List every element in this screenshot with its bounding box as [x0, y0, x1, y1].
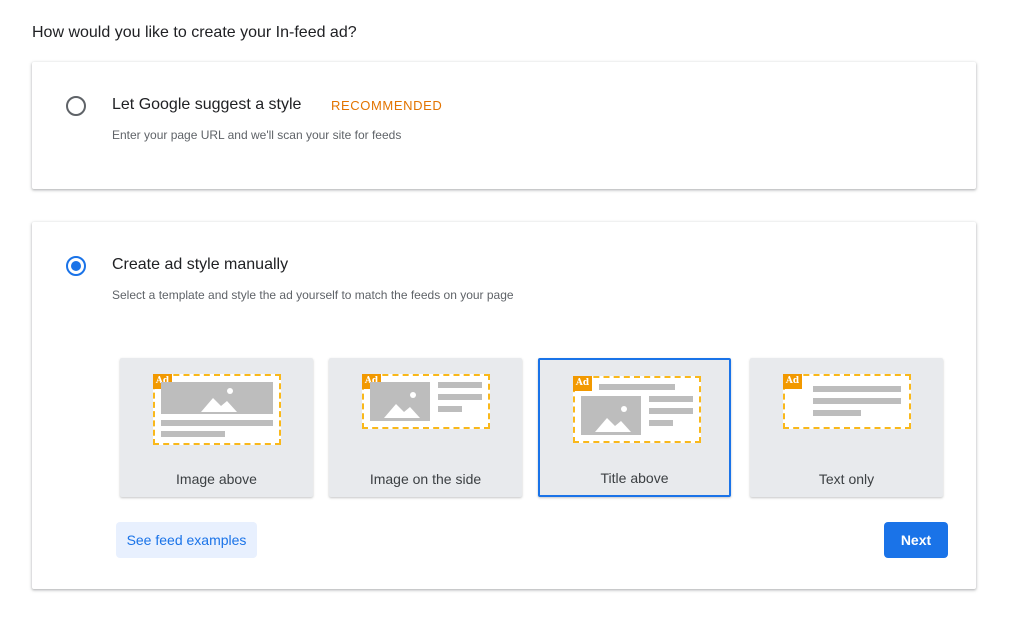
template-label: Text only	[818, 471, 875, 487]
text-line	[649, 420, 673, 426]
text-line	[649, 396, 693, 402]
text-line	[813, 410, 861, 416]
text-line	[161, 420, 273, 426]
recommended-badge: RECOMMENDED	[331, 98, 443, 113]
template-label: Image on the side	[369, 471, 482, 487]
text-line	[438, 406, 462, 412]
template-label: Title above	[600, 470, 669, 486]
template-title-above[interactable]: Ad Title above	[538, 358, 731, 497]
ad-badge: Ad	[573, 376, 592, 391]
text-line	[161, 431, 225, 437]
text-line	[813, 398, 901, 404]
template-preview: Ad	[153, 374, 281, 445]
template-image-above[interactable]: Ad Image above	[120, 358, 313, 497]
template-preview: Ad	[573, 376, 701, 443]
image-placeholder-icon	[581, 396, 641, 435]
template-preview: Ad	[783, 374, 911, 429]
image-placeholder-icon	[161, 382, 273, 414]
ad-badge: Ad	[783, 374, 802, 389]
option-title-manual: Create ad style manually	[112, 256, 289, 273]
option-title-suggest: Let Google suggest a style	[112, 96, 302, 113]
text-line	[649, 408, 693, 414]
option-card-suggest[interactable]: Let Google suggest a style RECOMMENDED E…	[32, 62, 976, 189]
option-description-manual: Select a template and style the ad yours…	[112, 288, 514, 302]
text-line	[438, 382, 482, 388]
text-line	[813, 386, 901, 392]
text-line	[599, 384, 675, 390]
template-preview: Ad	[362, 374, 490, 429]
radio-suggest-style[interactable]	[66, 96, 86, 116]
option-description-suggest: Enter your page URL and we'll scan your …	[112, 128, 402, 142]
template-text-only[interactable]: Ad Text only	[750, 358, 943, 497]
next-button[interactable]: Next	[884, 522, 948, 558]
template-image-on-side[interactable]: Ad Image on the side	[329, 358, 522, 497]
option-card-manual[interactable]: Create ad style manually Select a templa…	[32, 222, 976, 589]
image-placeholder-icon	[370, 382, 430, 421]
template-label: Image above	[176, 471, 257, 487]
text-line	[438, 394, 482, 400]
see-feed-examples-button[interactable]: See feed examples	[116, 522, 257, 558]
radio-create-manually[interactable]	[66, 256, 86, 276]
page-question: How would you like to create your In-fee…	[32, 24, 357, 41]
